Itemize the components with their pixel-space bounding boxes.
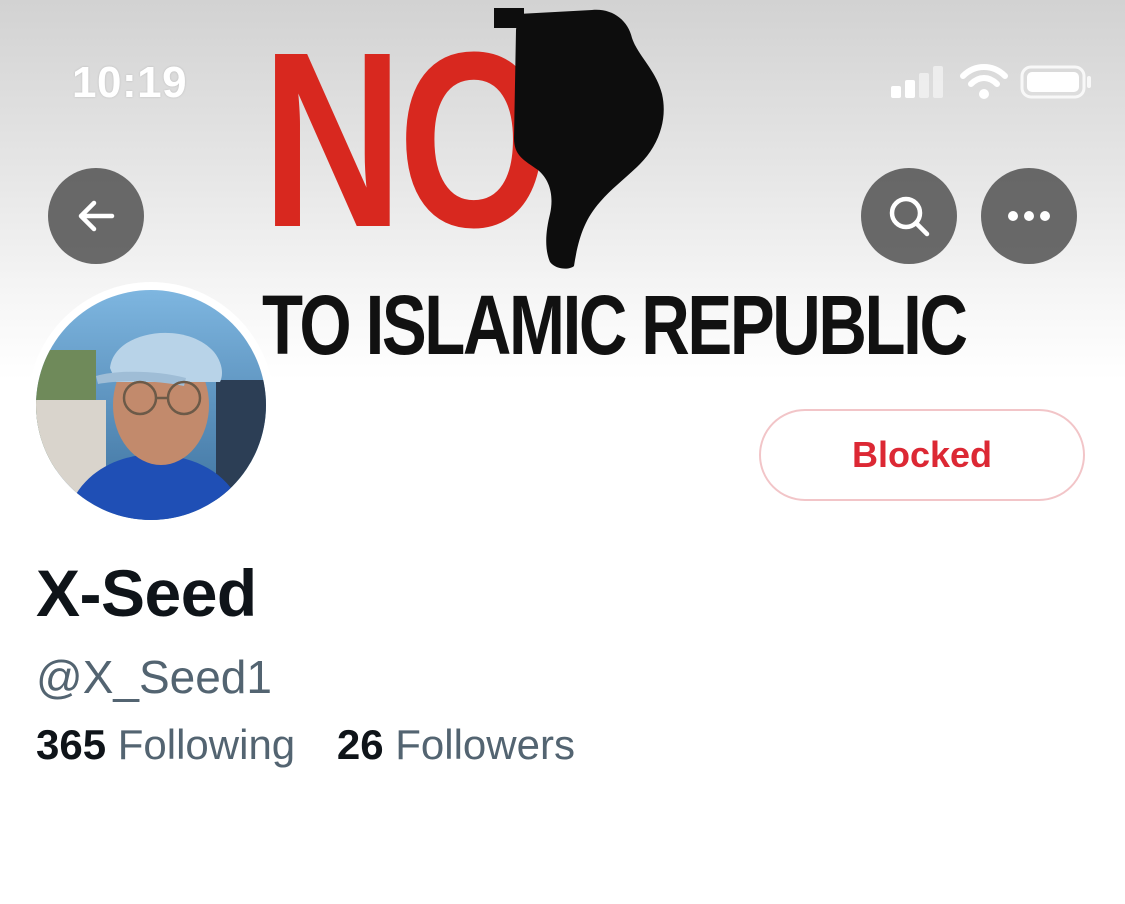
- following-label: Following: [117, 721, 296, 768]
- followers-link[interactable]: 26 Followers: [337, 721, 575, 769]
- user-handle: @X_Seed1: [36, 651, 272, 703]
- signal-icon: [891, 66, 943, 98]
- profile-stats: 365 Following 26 Followers: [36, 721, 575, 769]
- status-icons: [891, 64, 1091, 99]
- avatar[interactable]: [28, 282, 274, 528]
- back-button[interactable]: [48, 168, 144, 264]
- display-name: X-Seed: [36, 556, 257, 630]
- following-count: 365: [36, 721, 107, 768]
- following-link[interactable]: 365 Following: [36, 721, 295, 769]
- search-icon: [889, 196, 930, 237]
- status-time: 10:19: [72, 58, 188, 107]
- banner-tagline: TO ISLAMIC REPUBLIC: [262, 278, 968, 372]
- thumbs-down-icon: [494, 8, 664, 269]
- arrow-left-icon: [78, 200, 115, 232]
- followers-label: Followers: [395, 721, 575, 768]
- blocked-button[interactable]: Blocked: [759, 409, 1085, 501]
- avatar-photo: [36, 290, 266, 520]
- search-button[interactable]: [861, 168, 957, 264]
- battery-icon: [1020, 65, 1091, 99]
- more-horizontal-icon: [1008, 211, 1050, 221]
- followers-count: 26: [336, 721, 384, 768]
- more-options-button[interactable]: [981, 168, 1077, 264]
- wifi-icon: [960, 64, 1008, 99]
